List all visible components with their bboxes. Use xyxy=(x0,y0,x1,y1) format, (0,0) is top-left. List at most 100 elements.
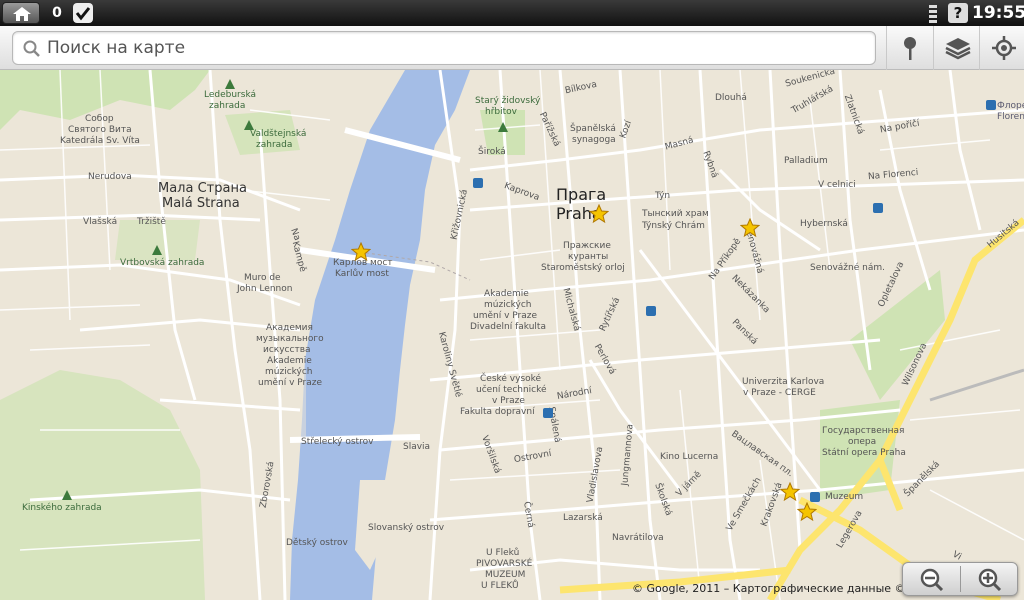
layers-icon xyxy=(945,38,971,60)
map-label: Dětský ostrov xyxy=(286,538,348,548)
map-label: музыкального xyxy=(256,334,324,344)
search-box[interactable] xyxy=(12,31,876,65)
zoom-out-button[interactable] xyxy=(903,563,960,595)
map-label: Мала Страна xyxy=(158,181,247,196)
map-label: Флоре xyxy=(997,101,1024,111)
map-label: U Fleků xyxy=(486,548,520,558)
map-label: učení technické xyxy=(476,385,547,395)
map-label: zahrada xyxy=(209,101,246,111)
layers-button[interactable] xyxy=(933,26,979,70)
map-label: V celnici xyxy=(818,180,856,190)
map-label: Тынский храм xyxy=(642,209,709,219)
starred-place-star-icon[interactable] xyxy=(780,482,800,502)
map-label: U FLEKŮ xyxy=(481,581,519,591)
map-label: hřbitov xyxy=(485,107,517,117)
map-label: Ledeburská xyxy=(204,90,257,100)
park-tree-icon xyxy=(152,245,162,255)
map-label: Nerudova xyxy=(88,172,132,182)
map-label: Střelecký ostrov xyxy=(301,437,374,447)
map-label: Пражские xyxy=(563,241,611,251)
map-label: zahrada xyxy=(256,140,293,150)
metro-icon xyxy=(646,306,656,316)
search-icon xyxy=(23,40,40,57)
map-label: Slovanský ostrov xyxy=(368,523,445,533)
map-label: Академия xyxy=(266,323,313,333)
map-label: Malá Strana xyxy=(162,196,240,211)
home-button[interactable] xyxy=(2,2,40,24)
search-input[interactable] xyxy=(47,35,867,61)
map-label: múzických xyxy=(265,367,313,377)
map-label: Fakulta dopravní xyxy=(460,407,535,417)
map-label: Akademie xyxy=(484,289,529,299)
map-label: Týnský Chrám xyxy=(642,221,705,231)
map-label: PIVOVARSKÉ xyxy=(476,559,533,569)
metro-icon xyxy=(543,408,553,418)
map-view[interactable]: Starý židovský hřbitov Bílkova Dlouhá So… xyxy=(0,70,1024,600)
my-location-button[interactable] xyxy=(979,26,1024,70)
zoom-controls xyxy=(902,562,1018,596)
map-label: искусства xyxy=(263,345,311,355)
starred-place-star-icon[interactable] xyxy=(589,204,609,224)
map-label: Kinského zahrada xyxy=(22,503,102,513)
map-label: Muro de xyxy=(244,273,281,283)
park-tree-icon xyxy=(225,79,235,89)
map-label: Lazarská xyxy=(563,513,603,523)
map-label: Široká xyxy=(478,147,506,157)
map-label: Muzeum xyxy=(825,492,864,502)
map-label: umění v Praze xyxy=(473,311,538,321)
map-label: Katedrála Sv. Víta xyxy=(60,136,140,146)
map-label: Státní opera Praha xyxy=(822,448,906,458)
map-label: Dlouhá xyxy=(715,93,747,103)
map-label: Univerzita Karlova xyxy=(742,377,825,387)
map-label: Floren xyxy=(997,112,1024,122)
park-tree-icon xyxy=(498,122,508,132)
status-bar: 0 ? 19:55 xyxy=(0,0,1024,26)
starred-place-star-icon[interactable] xyxy=(351,242,371,262)
zoom-out-icon xyxy=(920,568,944,591)
map-label: Akademie xyxy=(267,356,312,366)
city-label: Прага xyxy=(556,185,607,204)
map-label: v Praze xyxy=(492,396,525,406)
map-label: Navrátilova xyxy=(612,533,664,543)
map-label: Španělská xyxy=(570,124,616,134)
map-label: múzických xyxy=(484,300,532,310)
place-pin-button[interactable] xyxy=(886,26,932,70)
map-label: Starý židovský xyxy=(475,96,541,106)
map-label: synagoga xyxy=(572,135,616,145)
map-copyright: © Google, 2011 – Картографические данные… xyxy=(632,582,902,595)
check-notification-icon[interactable] xyxy=(73,3,93,23)
map-label: Karlův most xyxy=(335,269,389,279)
map-label: Vrtbovská zahrada xyxy=(120,258,205,268)
map-label: Kino Lucerna xyxy=(660,452,719,462)
tram-stop-icon xyxy=(873,203,883,213)
clock: 19:55 xyxy=(972,3,1024,23)
map-label: куранты xyxy=(568,252,609,262)
help-icon[interactable]: ? xyxy=(948,3,968,23)
map-label: České vysoké xyxy=(480,374,542,384)
notification-count[interactable]: 0 xyxy=(48,3,66,23)
park-tree-icon xyxy=(244,120,254,130)
home-icon xyxy=(13,7,31,21)
metro-icon xyxy=(986,100,996,110)
starred-place-star-icon[interactable] xyxy=(740,218,760,238)
map-label: Staroměstský orloj xyxy=(541,263,625,273)
map-label: Vlašská xyxy=(83,217,118,227)
zoom-in-icon xyxy=(978,568,1002,591)
map-label: Святого Вита xyxy=(68,125,132,135)
map-label: John Lennon xyxy=(237,284,293,294)
map-label: MUZEUM xyxy=(485,570,526,580)
map-canvas xyxy=(0,70,1024,600)
place-pin-icon xyxy=(904,37,916,60)
map-label: Slavia xyxy=(403,442,431,452)
zoom-in-button[interactable] xyxy=(961,563,1018,595)
starred-place-star-icon[interactable] xyxy=(797,502,817,522)
map-label: Palladium xyxy=(784,156,828,166)
action-bar xyxy=(0,26,1024,70)
metro-icon xyxy=(810,492,820,502)
map-label: Tržiště xyxy=(137,217,166,227)
metro-icon xyxy=(473,178,483,188)
map-label: Государственная xyxy=(822,426,905,436)
my-location-icon xyxy=(992,36,1016,60)
map-label: v Praze - CERGE xyxy=(743,388,816,398)
signal-icon xyxy=(924,3,942,23)
